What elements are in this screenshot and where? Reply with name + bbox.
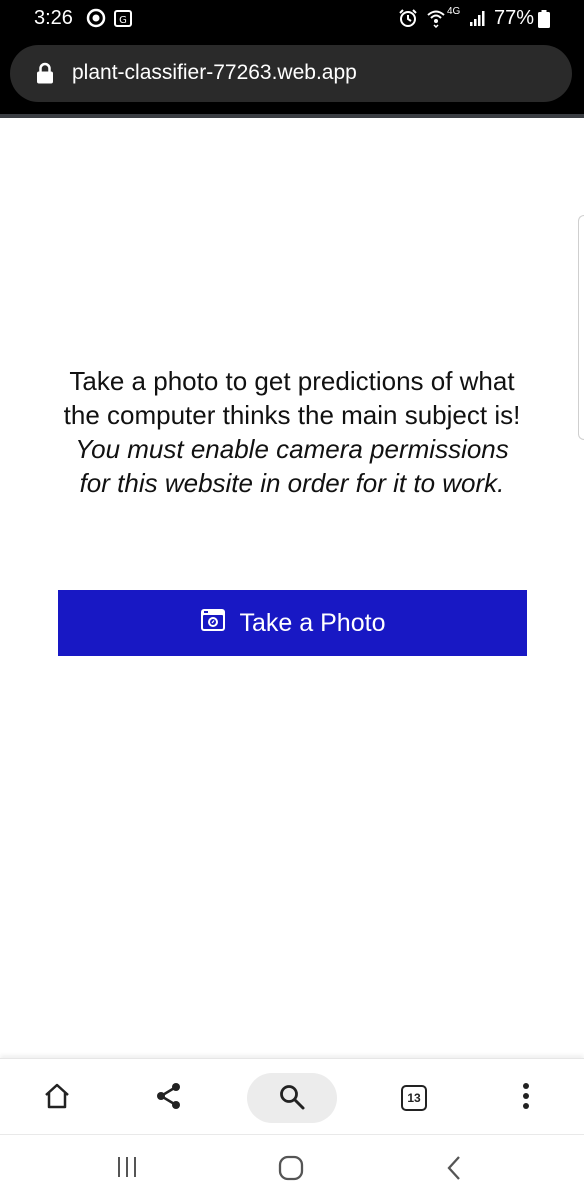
- alarm-icon: [398, 8, 418, 33]
- signal-icon: [469, 8, 487, 33]
- status-time: 3:26: [34, 7, 73, 29]
- maps-icon: G: [114, 8, 132, 33]
- browser-toolbar: 13: [0, 1058, 584, 1134]
- battery-icon: [538, 9, 550, 28]
- url-text[interactable]: plant-classifier-77263.web.app: [72, 61, 357, 85]
- url-bar[interactable]: plant-classifier-77263.web.app: [10, 45, 572, 102]
- target-icon: [86, 8, 106, 33]
- lock-icon: [36, 62, 54, 89]
- home-nav-icon[interactable]: [278, 1155, 304, 1186]
- more-icon[interactable]: [516, 1081, 536, 1116]
- scroll-handle[interactable]: [578, 215, 584, 440]
- tabs-icon[interactable]: 13: [401, 1085, 427, 1111]
- battery-status: 77%: [494, 7, 550, 30]
- system-nav-bar: [0, 1134, 584, 1200]
- status-bar: 3:26 G 4G 77%: [0, 0, 584, 38]
- top-chrome: 3:26 G 4G 77% plant-classifier-77263.web…: [0, 0, 584, 118]
- network-type: 4G: [447, 6, 461, 17]
- toolbar-divider: [0, 114, 584, 118]
- wifi-icon: [426, 8, 446, 33]
- svg-text:G: G: [119, 15, 127, 26]
- back-icon[interactable]: [444, 1155, 464, 1186]
- home-icon[interactable]: [42, 1081, 72, 1116]
- take-photo-label: Take a Photo: [239, 608, 386, 637]
- intro-text: Take a photo to get predictions of what …: [63, 366, 521, 430]
- recents-icon[interactable]: [116, 1155, 138, 1184]
- camera-icon: [200, 608, 226, 639]
- camera-permission-note: You must enable camera permissions for t…: [75, 434, 509, 498]
- intro-paragraph: Take a photo to get predictions of what …: [60, 364, 524, 500]
- share-icon[interactable]: [154, 1081, 184, 1116]
- search-icon: [278, 1083, 306, 1116]
- search-button[interactable]: [247, 1073, 337, 1123]
- battery-percent: 77%: [493, 7, 534, 29]
- take-photo-button[interactable]: Take a Photo: [58, 590, 527, 656]
